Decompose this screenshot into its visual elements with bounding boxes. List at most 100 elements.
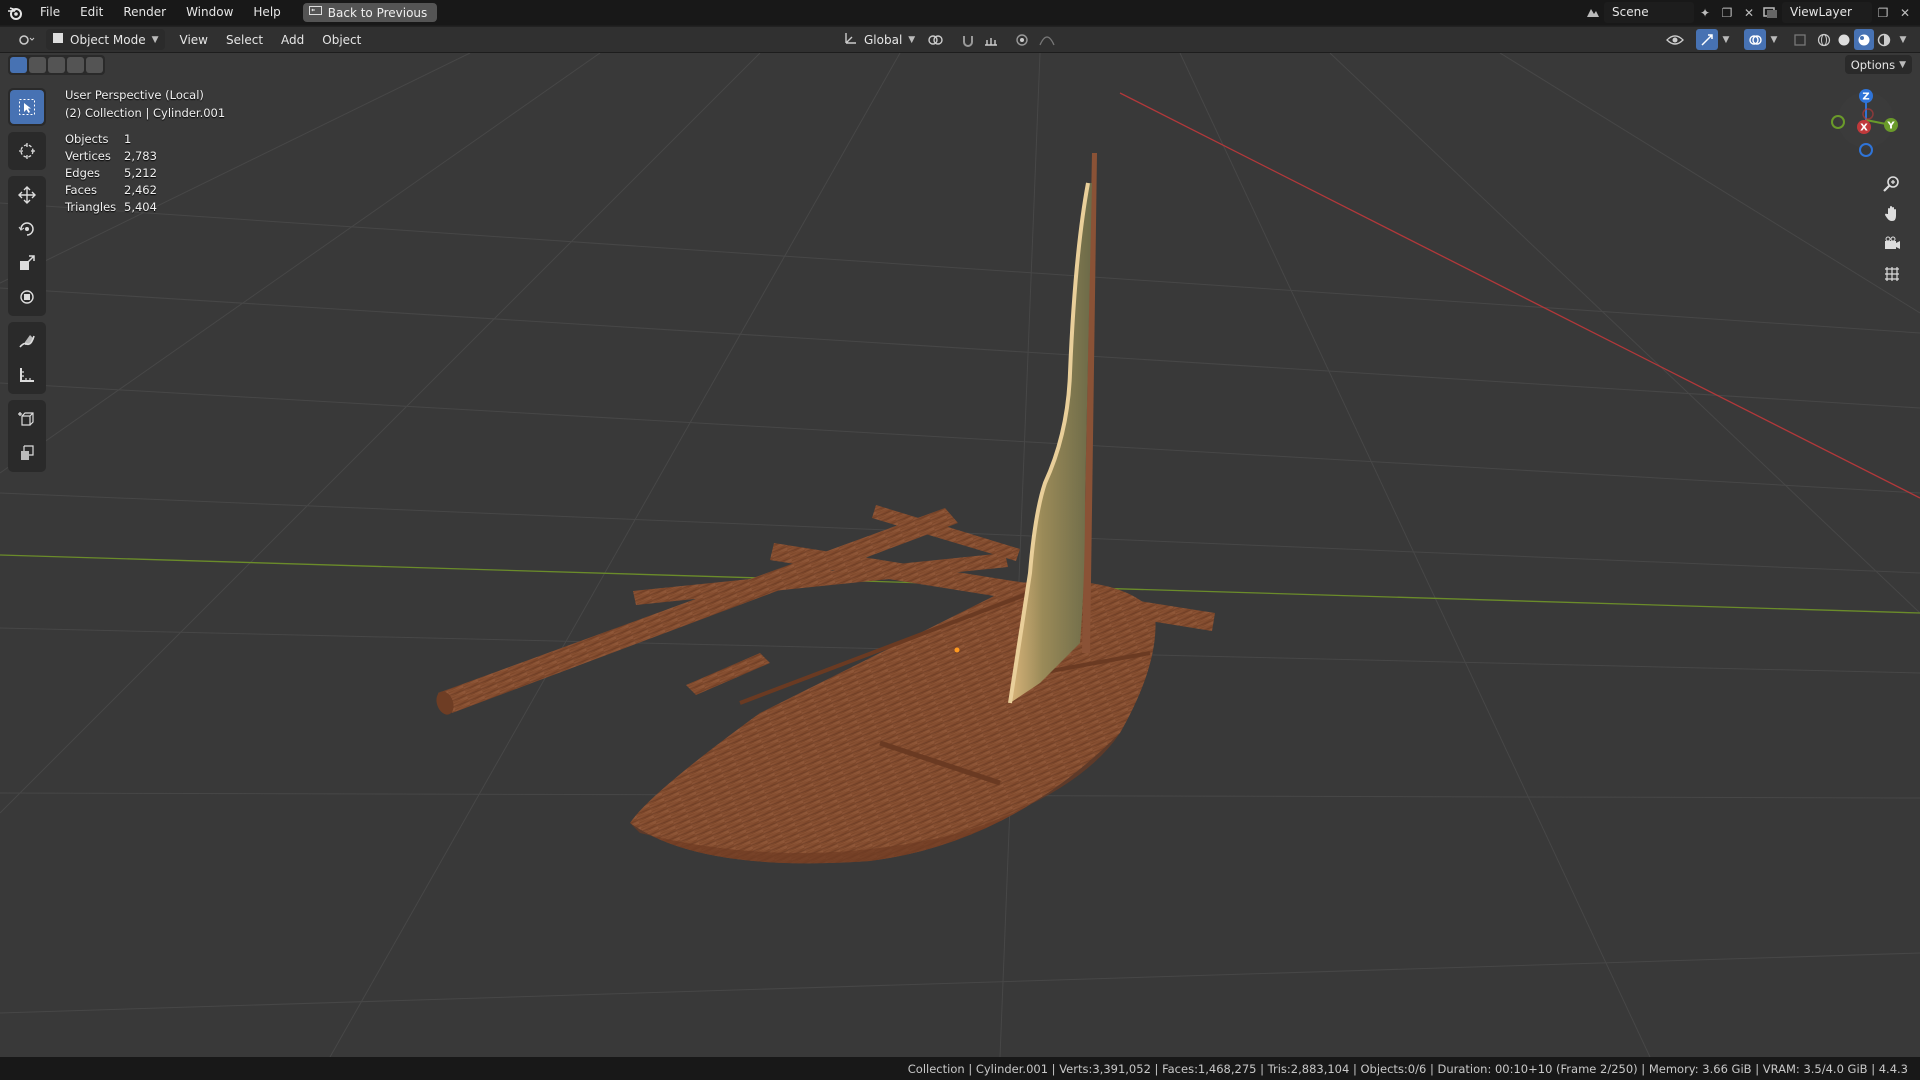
screen-icon bbox=[308, 5, 322, 20]
menu-help[interactable]: Help bbox=[243, 0, 290, 25]
pin-icon[interactable]: ✦ bbox=[1694, 2, 1716, 23]
viewlayer-name-field[interactable]: ViewLayer bbox=[1782, 2, 1872, 23]
blender-logo-icon[interactable] bbox=[0, 0, 30, 25]
overlays-toggle-icon[interactable] bbox=[1744, 29, 1766, 50]
stat-value: 5,404 bbox=[124, 200, 157, 214]
move-icon[interactable] bbox=[10, 178, 44, 212]
annotate-icon[interactable] bbox=[10, 324, 44, 358]
viewlayer-selector: ViewLayer ❐ ✕ bbox=[1760, 2, 1916, 23]
stat-row: Objects 1 bbox=[65, 131, 157, 148]
new-viewlayer-icon[interactable]: ❐ bbox=[1872, 2, 1894, 23]
chevron-down-icon: ▼ bbox=[1899, 59, 1906, 70]
gizmo-z-label: Z bbox=[1862, 92, 1869, 103]
viewport-navigation-tools bbox=[1878, 170, 1908, 290]
add-cube-icon[interactable] bbox=[10, 402, 44, 436]
pivot-icon[interactable] bbox=[922, 29, 950, 50]
scene-selector: Scene ✦ ❐ ✕ bbox=[1582, 2, 1760, 23]
3d-viewport[interactable] bbox=[0, 53, 1920, 1057]
stat-value: 1 bbox=[124, 132, 132, 146]
header-menu-object[interactable]: Object bbox=[313, 33, 370, 47]
scene-name-field[interactable]: Scene bbox=[1604, 2, 1694, 23]
tool-shelf bbox=[8, 88, 46, 478]
stat-label: Edges bbox=[65, 166, 100, 180]
stat-label: Objects bbox=[65, 132, 109, 146]
stat-label: Triangles bbox=[65, 200, 117, 214]
top-menubar: File Edit Render Window Help Back to Pre… bbox=[0, 0, 1920, 25]
extrude-icon[interactable] bbox=[10, 436, 44, 470]
options-label: Options bbox=[1850, 57, 1896, 72]
stat-label: Vertices bbox=[65, 149, 111, 163]
scene-icon[interactable] bbox=[1582, 2, 1604, 23]
chevron-down-icon[interactable]: ▼ bbox=[1718, 29, 1734, 50]
chevron-down-icon: ▼ bbox=[908, 34, 916, 45]
camera-icon[interactable] bbox=[1878, 230, 1906, 258]
back-to-previous-label: Back to Previous bbox=[327, 5, 428, 20]
close-scene-icon[interactable]: ✕ bbox=[1738, 2, 1760, 23]
stat-value: 5,212 bbox=[124, 166, 157, 180]
falloff-icon[interactable] bbox=[1034, 29, 1060, 50]
material-shading-icon[interactable] bbox=[1854, 29, 1874, 50]
stat-value: 2,462 bbox=[124, 183, 157, 197]
transform-icon[interactable] bbox=[10, 280, 44, 314]
stat-value: 2,783 bbox=[124, 149, 157, 163]
zoom-icon[interactable] bbox=[1878, 170, 1906, 198]
header-menu-select[interactable]: Select bbox=[217, 33, 272, 47]
gizmo-toggle-icon[interactable] bbox=[1696, 29, 1718, 50]
perspective-label: User Perspective (Local) bbox=[65, 88, 204, 102]
collection-label: (2) Collection | Cylinder.001 bbox=[65, 106, 226, 120]
menu-edit[interactable]: Edit bbox=[70, 0, 113, 25]
snap-icon[interactable] bbox=[958, 29, 978, 50]
viewlayer-icon[interactable] bbox=[1760, 2, 1782, 23]
header-menu-add[interactable]: Add bbox=[272, 33, 313, 47]
stat-label: Faces bbox=[65, 183, 97, 197]
object-mode-icon bbox=[52, 32, 64, 47]
stat-row: Faces 2,462 bbox=[65, 182, 157, 199]
select-new-icon[interactable] bbox=[10, 57, 27, 73]
editor-type-icon[interactable] bbox=[10, 29, 42, 50]
xray-icon[interactable] bbox=[1790, 29, 1810, 50]
visibility-icon[interactable] bbox=[1660, 29, 1690, 50]
orientation-label: Global bbox=[864, 32, 903, 47]
origin-point bbox=[954, 647, 960, 653]
menu-render[interactable]: Render bbox=[113, 0, 176, 25]
options-dropdown[interactable]: Options ▼ bbox=[1844, 55, 1912, 74]
viewport-scene bbox=[0, 53, 1920, 1057]
grid-icon[interactable] bbox=[1878, 260, 1906, 288]
hand-icon[interactable] bbox=[1878, 200, 1906, 228]
snap-target-icon[interactable] bbox=[978, 29, 1004, 50]
chevron-down-icon[interactable]: ▼ bbox=[1766, 29, 1782, 50]
proportional-edit-icon[interactable] bbox=[1012, 29, 1032, 50]
orientation-dropdown[interactable]: Global ▼ bbox=[838, 29, 921, 50]
orientation-icon bbox=[844, 31, 858, 48]
selection-mode-buttons bbox=[8, 55, 105, 75]
x-axis-line bbox=[1119, 92, 1920, 499]
select-invert-icon[interactable] bbox=[67, 57, 84, 73]
header-menu-view[interactable]: View bbox=[171, 33, 217, 47]
chevron-down-icon: ▼ bbox=[151, 34, 159, 45]
chevron-down-icon[interactable]: ▼ bbox=[1894, 29, 1912, 50]
back-to-previous-button[interactable]: Back to Previous bbox=[302, 3, 438, 22]
select-intersect-icon[interactable] bbox=[86, 57, 103, 73]
measure-icon[interactable] bbox=[10, 358, 44, 392]
scene-statistics: Objects 1 Vertices 2,783 Edges 5,212 Faces 2… bbox=[65, 131, 157, 216]
select-box-icon[interactable] bbox=[10, 90, 44, 124]
scale-icon[interactable] bbox=[10, 246, 44, 280]
stat-row: Triangles 5,404 bbox=[65, 199, 157, 216]
rendered-shading-icon[interactable] bbox=[1874, 29, 1894, 50]
object-mode-dropdown[interactable]: Object Mode ▼ bbox=[46, 29, 165, 50]
close-viewlayer-icon[interactable]: ✕ bbox=[1894, 2, 1916, 23]
gizmo-y-label: Y bbox=[1886, 121, 1895, 132]
viewport-header: Object Mode ▼ View Select Add Object Glo… bbox=[0, 26, 1920, 52]
menu-window[interactable]: Window bbox=[176, 0, 243, 25]
select-extend-icon[interactable] bbox=[29, 57, 46, 73]
menu-file[interactable]: File bbox=[30, 0, 70, 25]
solid-shading-icon[interactable] bbox=[1834, 29, 1854, 50]
new-scene-icon[interactable]: ❐ bbox=[1716, 2, 1738, 23]
navigation-gizmo[interactable]: Z Y X bbox=[1830, 86, 1900, 166]
status-bar: Collection | Cylinder.001 | Verts:3,391,… bbox=[0, 1057, 1920, 1080]
wireframe-shading-icon[interactable] bbox=[1814, 29, 1834, 50]
boat-model[interactable] bbox=[433, 153, 1215, 864]
cursor-icon[interactable] bbox=[10, 134, 44, 168]
rotate-icon[interactable] bbox=[10, 212, 44, 246]
select-subtract-icon[interactable] bbox=[48, 57, 65, 73]
